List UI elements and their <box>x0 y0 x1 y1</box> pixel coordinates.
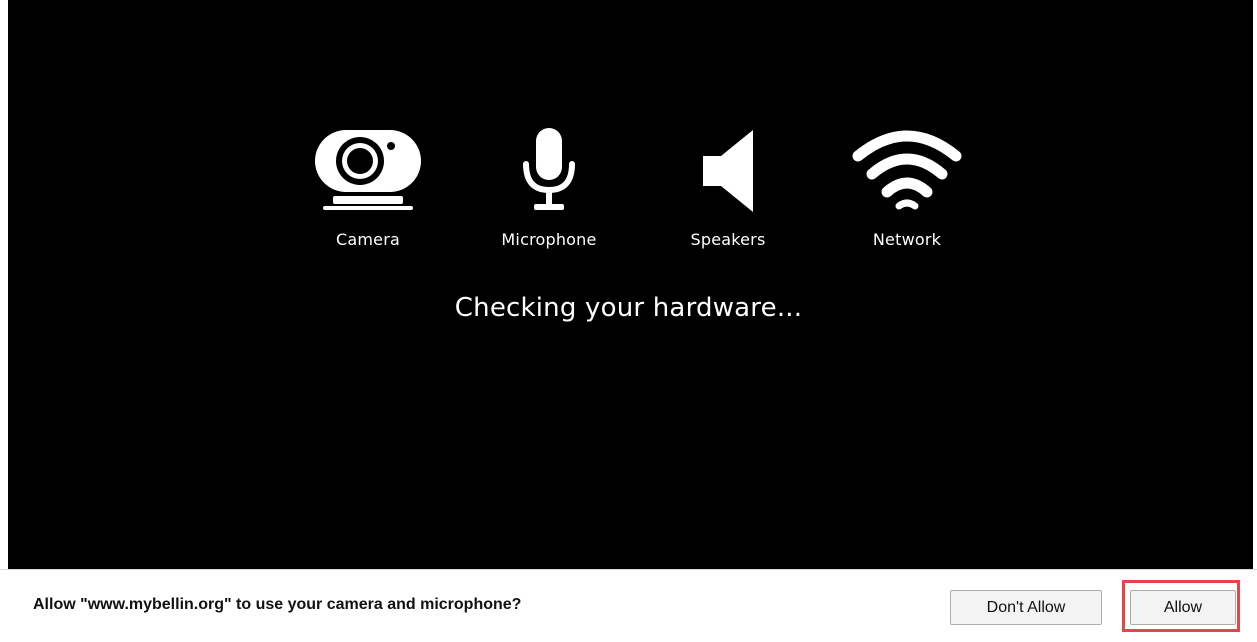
device-camera: Camera <box>303 128 433 249</box>
speaker-icon <box>703 130 753 212</box>
allow-button[interactable]: Allow <box>1130 590 1236 625</box>
device-label-camera: Camera <box>336 230 400 249</box>
device-microphone: Microphone <box>484 128 614 249</box>
camera-icon <box>315 130 421 210</box>
wifi-icon <box>852 130 962 210</box>
device-network: Network <box>842 128 972 249</box>
permission-prompt-bar: Allow "www.mybellin.org" to use your cam… <box>0 569 1257 642</box>
device-speakers: Speakers <box>663 128 793 249</box>
dont-allow-button[interactable]: Don't Allow <box>950 590 1102 625</box>
permission-prompt-text: Allow "www.mybellin.org" to use your cam… <box>33 596 522 613</box>
hardware-check-panel: Camera Microphone Speakers Network <box>8 0 1253 569</box>
microphone-icon <box>523 128 575 210</box>
device-label-speakers: Speakers <box>690 230 766 249</box>
status-message: Checking your hardware... <box>454 293 803 323</box>
device-label-network: Network <box>872 230 942 249</box>
device-label-microphone: Microphone <box>501 230 597 249</box>
